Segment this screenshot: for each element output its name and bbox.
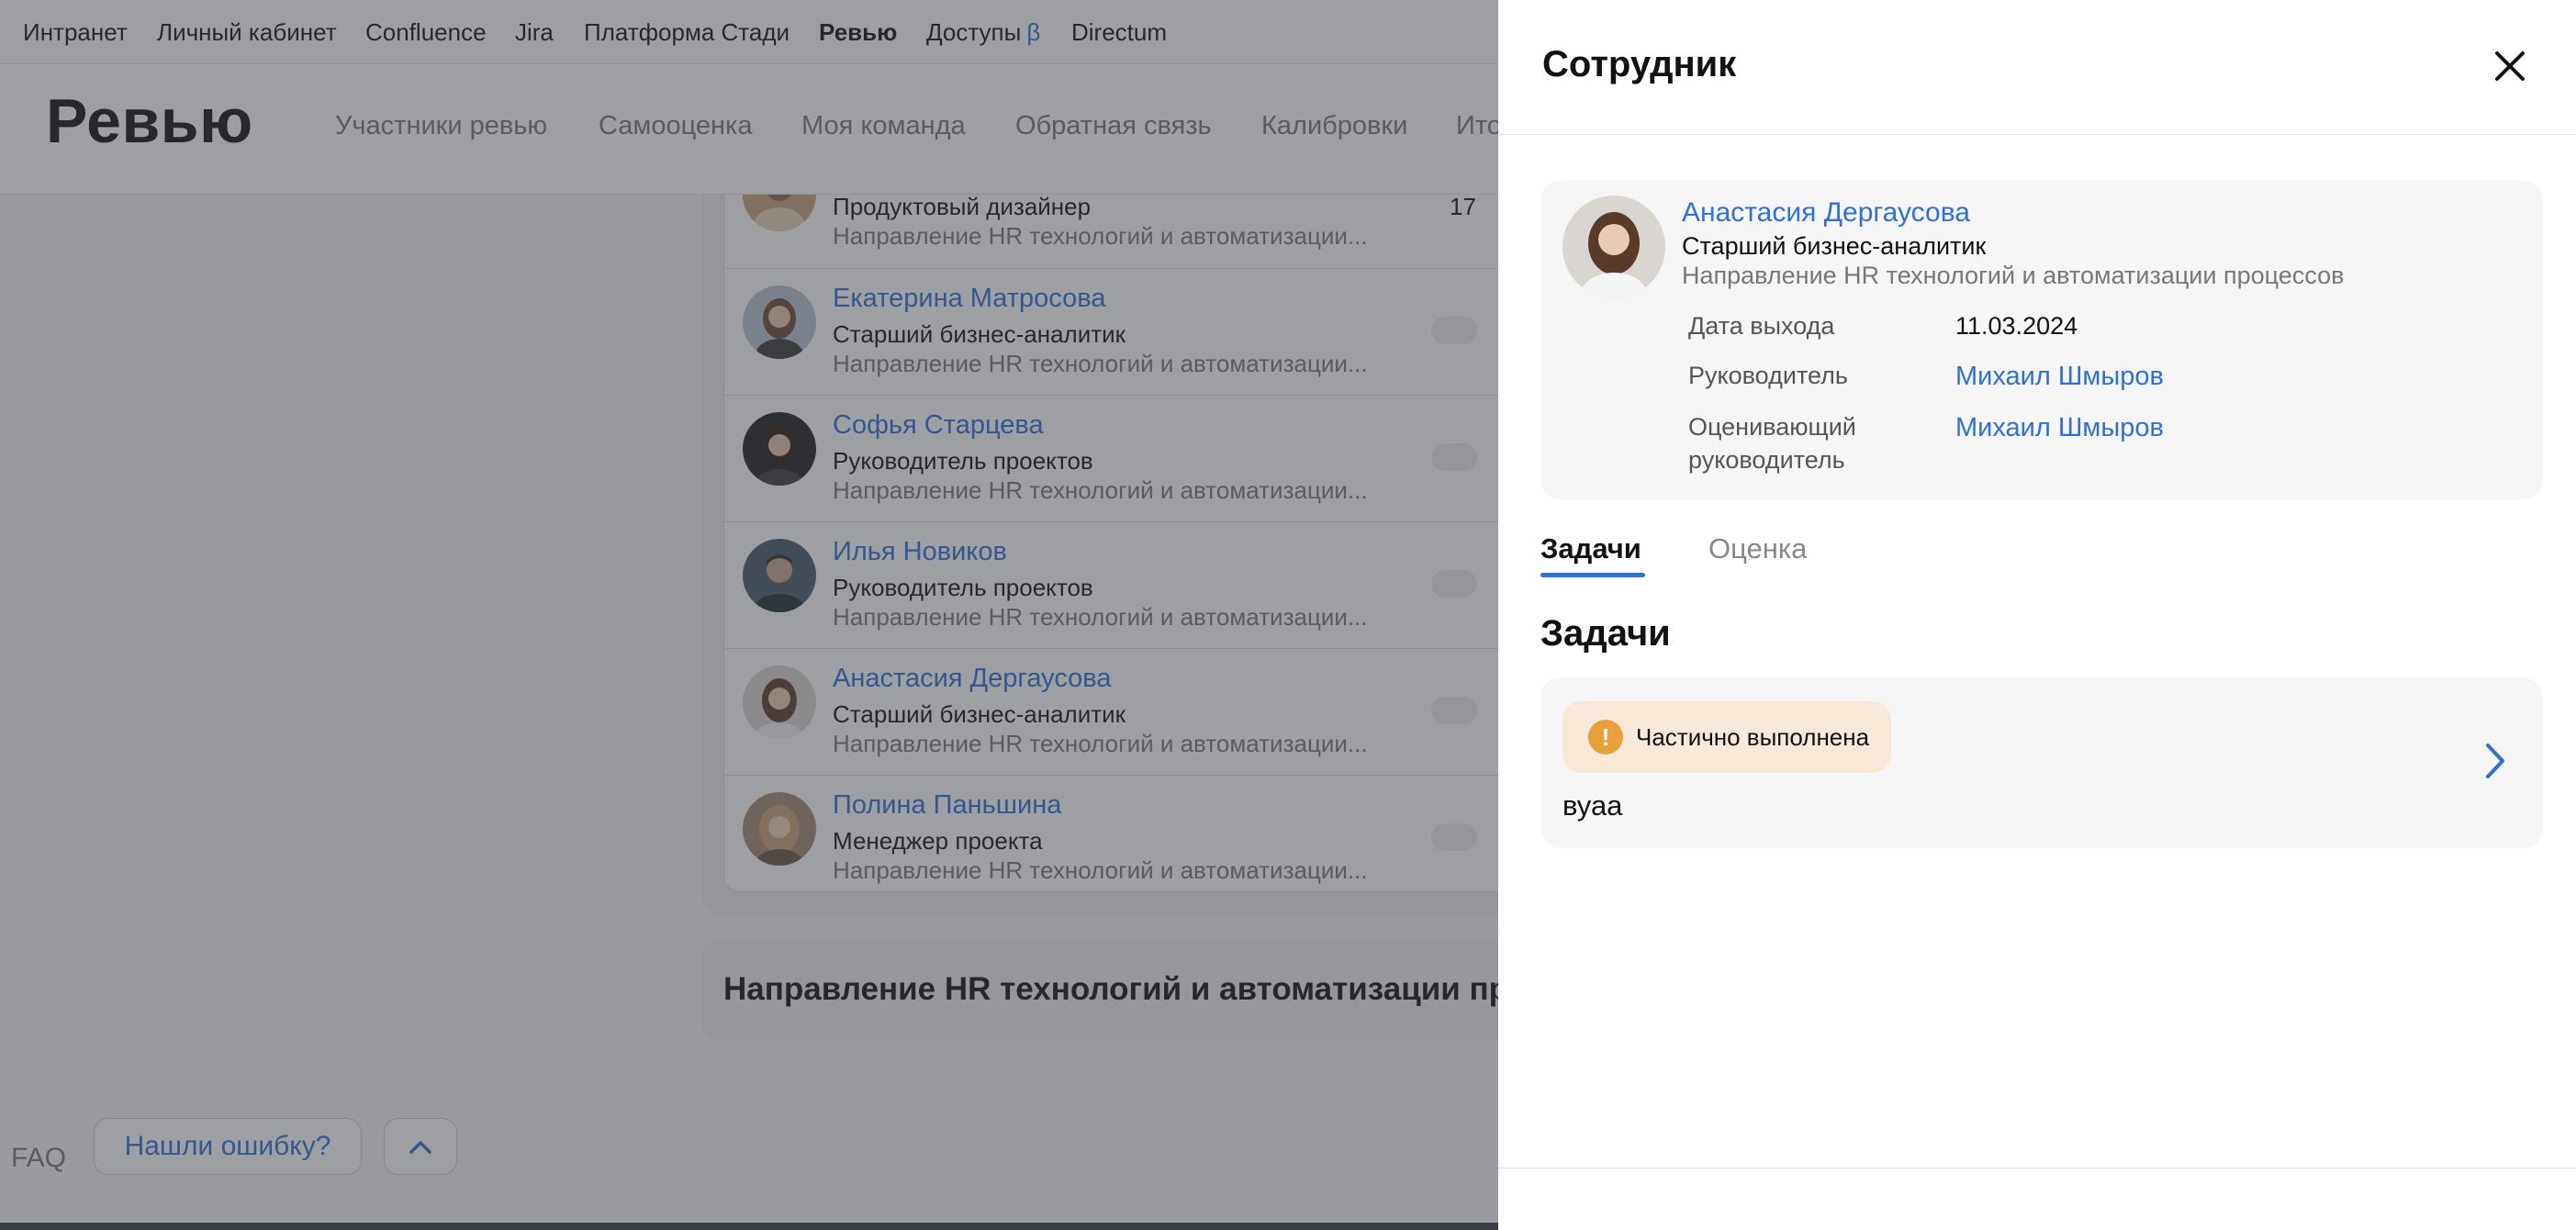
employee-drawer: Сотрудник Анастасия Дергаусова Старший б… xyxy=(1498,0,2576,1230)
avatar xyxy=(1562,196,1665,298)
status-badge-label: Частично выполнена xyxy=(1636,723,1870,751)
modal-backdrop[interactable] xyxy=(0,0,1498,1230)
drawer-footer xyxy=(1498,1168,2576,1230)
employee-name-link[interactable]: Анастасия Дергаусова xyxy=(1682,197,1970,229)
start-date-label: Дата выхода xyxy=(1688,312,1835,340)
reviewer-label-line2: руководитель xyxy=(1688,446,1845,474)
bottom-strip xyxy=(0,1223,1498,1230)
active-tab-indicator xyxy=(1540,573,1645,577)
reviewer-link[interactable]: Михаил Шмыров xyxy=(1955,411,2164,444)
reviewer-label-line1: Оценивающий xyxy=(1688,413,1856,441)
close-button[interactable] xyxy=(2492,48,2528,84)
warning-icon: ! xyxy=(1588,720,1623,755)
close-icon xyxy=(2495,51,2525,81)
manager-label: Руководитель xyxy=(1688,362,1848,389)
chevron-right-icon[interactable] xyxy=(2481,740,2508,782)
start-date-value: 11.03.2024 xyxy=(1955,312,2078,340)
employee-card: Анастасия Дергаусова Старший бизнес-анал… xyxy=(1540,181,2543,499)
status-badge: ! Частично выполнена xyxy=(1562,701,1891,773)
employee-department: Направление HR технологий и автоматизаци… xyxy=(1682,262,2345,289)
drawer-title: Сотрудник xyxy=(1542,44,1737,84)
reviewer-label: Оценивающий руководитель xyxy=(1688,410,1856,476)
task-card[interactable]: ! Частично выполнена вуаа xyxy=(1540,677,2543,848)
manager-link[interactable]: Михаил Шмыров xyxy=(1955,360,2164,393)
drawer-header: Сотрудник xyxy=(1498,0,2576,135)
tasks-section-title: Задачи xyxy=(1540,613,1671,654)
tab-assessment[interactable]: Оценка xyxy=(1708,531,1807,567)
task-name: вуаа xyxy=(1562,789,1623,822)
employee-role: Старший бизнес-аналитик xyxy=(1682,232,1987,260)
tab-tasks[interactable]: Задачи xyxy=(1540,531,1641,567)
